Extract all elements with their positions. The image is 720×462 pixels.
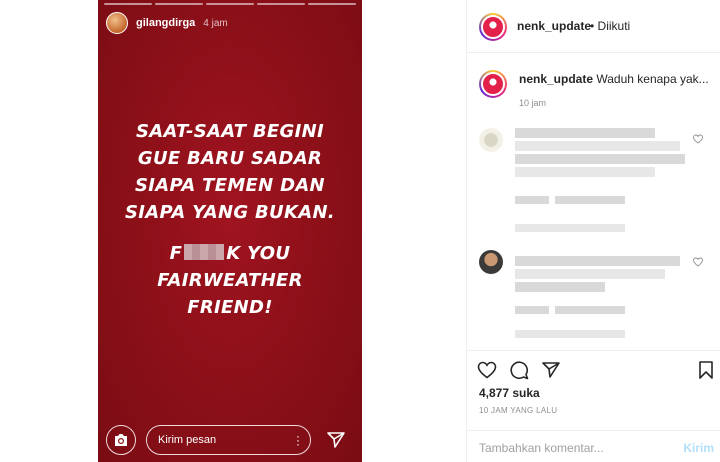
post-actions: 4,877 suka 10 JAM YANG LALU Tambahkan ko…	[467, 350, 720, 462]
progress-segment	[104, 3, 152, 5]
blurred-comment-meta	[515, 330, 625, 338]
post-username[interactable]: nenk_update	[517, 19, 591, 33]
follow-status[interactable]: • Diikuti	[590, 19, 630, 33]
story-time: 4 jam	[203, 17, 228, 29]
comment-input[interactable]: Tambahkan komentar...	[479, 441, 604, 455]
caption-avatar[interactable]	[479, 70, 507, 98]
post-panel: nenk_update • Diikuti nenk_update Waduh …	[466, 0, 720, 462]
caption-time: 10 jam	[519, 98, 547, 108]
story-username[interactable]: gilangdirga	[136, 17, 195, 29]
comment-like-icon[interactable]	[693, 134, 703, 144]
reply-message-input[interactable]: Kirim pesan · · ·	[146, 425, 311, 455]
add-comment-row: Tambahkan komentar... Kirim	[467, 430, 720, 462]
comment-icon[interactable]	[509, 360, 529, 380]
story-line-censored: F K YOU	[98, 240, 362, 267]
story-line: FRIEND!	[187, 297, 273, 318]
post-avatar[interactable]	[479, 13, 507, 41]
progress-segment	[257, 3, 305, 5]
avatar-image	[481, 72, 505, 96]
instagram-screen: gilangdirga 4 jam SAAT-SAAT BEGINI GUE B…	[0, 0, 720, 462]
comment-avatar[interactable]	[479, 250, 503, 274]
send-icon[interactable]	[326, 430, 346, 450]
comment-like-icon[interactable]	[693, 257, 703, 267]
progress-segment	[206, 3, 254, 5]
story-line: FAIRWEATHER	[157, 270, 303, 291]
post-header: nenk_update • Diikuti	[467, 0, 720, 53]
comment-avatar[interactable]	[479, 128, 503, 152]
blurred-comment-text	[515, 269, 665, 279]
reply-placeholder: Kirim pesan	[158, 434, 217, 446]
camera-icon	[115, 434, 127, 446]
progress-segment	[155, 3, 203, 5]
post-comment-button[interactable]: Kirim	[683, 441, 714, 455]
blurred-comment-text	[515, 167, 655, 177]
story-line-part: K YOU	[226, 243, 291, 264]
blurred-comment-meta	[515, 306, 549, 314]
story-line: SAAT-SAAT BEGINI	[136, 121, 324, 142]
blurred-comment-text	[515, 256, 680, 266]
blurred-comment-meta	[515, 224, 625, 232]
blurred-comment-text	[515, 128, 655, 138]
blurred-comment-meta	[555, 196, 625, 204]
story-line: SIAPA TEMEN DAN	[135, 175, 325, 196]
blurred-comment-meta	[555, 306, 625, 314]
more-vertical-icon[interactable]: · · ·	[296, 430, 300, 450]
caption: nenk_update Waduh kenapa yak...	[519, 72, 709, 86]
camera-button[interactable]	[106, 425, 136, 455]
blurred-comment-text	[515, 154, 685, 164]
story-line: SIAPA YANG BUKAN.	[125, 202, 335, 223]
blurred-comment-text	[515, 282, 605, 292]
story-avatar[interactable]	[106, 12, 128, 34]
story-header: gilangdirga 4 jam	[106, 12, 228, 34]
like-count[interactable]: 4,877 suka	[479, 386, 540, 400]
avatar-image	[481, 15, 505, 39]
heart-icon[interactable]	[477, 360, 497, 380]
story-text-block-1: SAAT-SAAT BEGINI GUE BARU SADAR SIAPA TE…	[98, 118, 362, 226]
blurred-comment-text	[515, 141, 680, 151]
caption-text: Waduh kenapa yak...	[596, 72, 709, 86]
story-panel[interactable]: gilangdirga 4 jam SAAT-SAAT BEGINI GUE B…	[98, 0, 362, 462]
story-text-block-2: F K YOU FAIRWEATHER FRIEND!	[98, 240, 362, 321]
bookmark-icon[interactable]	[696, 360, 716, 380]
blurred-comment-meta	[515, 196, 549, 204]
post-timestamp: 10 JAM YANG LALU	[479, 406, 558, 415]
caption-username[interactable]: nenk_update	[519, 72, 593, 86]
story-line: GUE BARU SADAR	[137, 148, 323, 169]
story-line-part: F	[169, 243, 183, 264]
story-footer: Kirim pesan · · ·	[98, 422, 362, 462]
left-margin	[0, 0, 98, 462]
share-icon[interactable]	[541, 360, 561, 380]
story-progress	[104, 3, 356, 5]
censor-bar	[184, 244, 225, 260]
progress-segment	[308, 3, 356, 5]
